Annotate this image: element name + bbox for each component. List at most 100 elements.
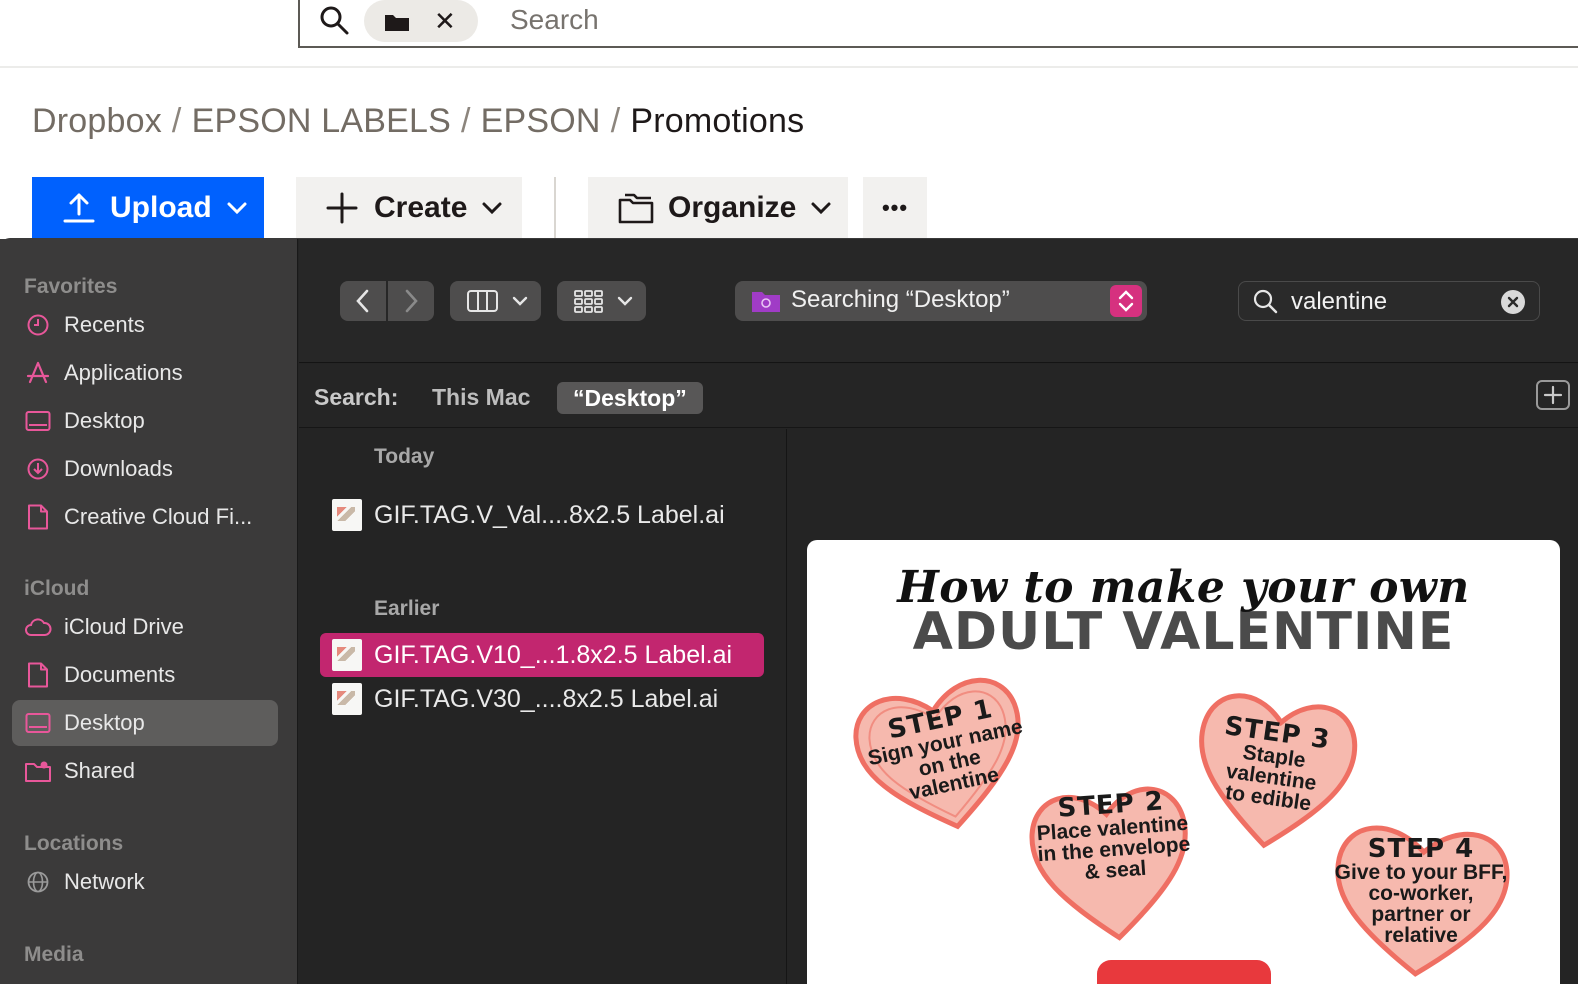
chip-close-icon[interactable]: ✕ bbox=[434, 8, 456, 34]
sidebar-item-downloads[interactable]: Downloads bbox=[12, 446, 278, 492]
search-icon bbox=[320, 6, 349, 35]
chevron-down-icon bbox=[811, 202, 831, 215]
illustrator-file-icon bbox=[332, 683, 362, 715]
preview-red-banner bbox=[1097, 960, 1271, 984]
header-divider bbox=[0, 66, 1578, 68]
group-by-button[interactable] bbox=[557, 281, 646, 321]
finder-sidebar: Favorites Recents Applications Desktop D… bbox=[0, 239, 298, 984]
toolbar-divider bbox=[554, 177, 556, 239]
breadcrumb-separator: / bbox=[171, 102, 182, 140]
breadcrumb: Dropbox / EPSON LABELS / EPSON / Promotions bbox=[32, 102, 804, 141]
group-header-today: Today bbox=[374, 445, 435, 468]
file-row[interactable]: GIF.TAG.V30_....8x2.5 Label.ai bbox=[320, 677, 764, 721]
sidebar-item-label: Documents bbox=[64, 662, 176, 687]
breadcrumb-epson-labels[interactable]: EPSON LABELS bbox=[192, 102, 451, 140]
file-row-selected[interactable]: GIF.TAG.V10_...1.8x2.5 Label.ai bbox=[320, 633, 764, 677]
preview-pane: ADULT VALENTINE How to make your own STE… bbox=[788, 429, 1578, 984]
sidebar-item-label: Creative Cloud Fi... bbox=[64, 504, 253, 529]
sidebar-item-label: Network bbox=[64, 869, 145, 894]
clock-icon bbox=[24, 311, 52, 339]
shared-folder-icon bbox=[24, 757, 52, 785]
sidebar-item-label: Shared bbox=[64, 758, 135, 783]
illustrator-file-icon bbox=[332, 639, 362, 671]
breadcrumb-dropbox[interactable]: Dropbox bbox=[32, 102, 162, 140]
step-desc-line: relative bbox=[1384, 924, 1458, 947]
search-input[interactable]: Search bbox=[510, 4, 599, 36]
popup-stepper-icon bbox=[1110, 285, 1142, 317]
sidebar-item-documents[interactable]: Documents bbox=[12, 652, 278, 698]
back-button[interactable] bbox=[340, 281, 386, 321]
step-desc-line: co-worker, bbox=[1368, 882, 1474, 905]
sidebar-item-label: Downloads bbox=[64, 456, 173, 481]
breadcrumb-epson[interactable]: EPSON bbox=[481, 102, 601, 140]
file-name: GIF.TAG.V_Val....8x2.5 Label.ai bbox=[374, 500, 725, 529]
group-header-earlier: Earlier bbox=[374, 597, 440, 620]
folder-icon bbox=[752, 292, 780, 312]
sidebar-section-favorites: Favorites bbox=[24, 275, 118, 298]
applications-icon bbox=[24, 359, 52, 387]
view-columns-button[interactable] bbox=[450, 281, 541, 321]
chevron-left-icon bbox=[356, 289, 369, 313]
chevron-right-icon bbox=[405, 289, 418, 313]
add-criteria-button[interactable] bbox=[1536, 380, 1570, 410]
search-icon bbox=[1253, 289, 1278, 314]
illustrator-file-icon bbox=[332, 499, 362, 531]
sidebar-item-creative-cloud[interactable]: Creative Cloud Fi... bbox=[12, 494, 278, 540]
sidebar-item-icloud-drive[interactable]: iCloud Drive bbox=[12, 604, 278, 650]
folders-icon bbox=[618, 193, 654, 224]
sidebar-section-icloud: iCloud bbox=[24, 577, 90, 600]
heart-step-2-text: STEP 2 Place valentine in the envelope &… bbox=[1032, 786, 1194, 887]
sidebar-item-desktop[interactable]: Desktop bbox=[12, 398, 278, 444]
plus-icon bbox=[1543, 385, 1563, 405]
document-icon bbox=[24, 661, 52, 689]
cloud-icon bbox=[24, 613, 52, 641]
step-desc-line: Give to your BFF, bbox=[1334, 861, 1508, 884]
plus-icon bbox=[326, 192, 358, 224]
desktop-icon bbox=[24, 407, 52, 435]
globe-icon bbox=[24, 868, 52, 896]
sidebar-item-label: iCloud Drive bbox=[64, 614, 184, 639]
folder-icon bbox=[385, 15, 409, 31]
clear-search-icon[interactable] bbox=[1501, 290, 1525, 314]
scope-popup-label: Searching “Desktop” bbox=[791, 286, 1010, 313]
search-scope-bar: Search: This Mac “Desktop” bbox=[299, 364, 1578, 428]
sidebar-item-shared[interactable]: Shared bbox=[12, 748, 278, 794]
sidebar-item-recents[interactable]: Recents bbox=[12, 302, 278, 348]
sidebar-item-applications[interactable]: Applications bbox=[12, 350, 278, 396]
upload-button[interactable]: Upload bbox=[32, 177, 264, 239]
finder-search-field[interactable]: valentine bbox=[1238, 281, 1540, 321]
sidebar-section-locations: Locations bbox=[24, 832, 124, 855]
step-title: STEP 4 bbox=[1367, 834, 1475, 864]
file-row[interactable]: GIF.TAG.V_Val....8x2.5 Label.ai bbox=[320, 493, 764, 537]
sidebar-item-icloud-desktop[interactable]: Desktop bbox=[12, 700, 278, 746]
finder-toolbar: Searching “Desktop” valentine bbox=[299, 239, 1578, 363]
folder-filter-chip[interactable]: ✕ bbox=[364, 0, 478, 42]
more-actions-button[interactable]: ••• bbox=[863, 177, 927, 239]
sidebar-section-media: Media bbox=[24, 943, 84, 966]
breadcrumb-separator: / bbox=[610, 102, 621, 140]
step-desc-line: partner or bbox=[1371, 903, 1471, 926]
sidebar-item-label: Applications bbox=[64, 360, 183, 385]
forward-button[interactable] bbox=[388, 281, 434, 321]
finder-search-input[interactable]: valentine bbox=[1291, 288, 1387, 316]
more-icon: ••• bbox=[881, 195, 909, 220]
scope-desktop[interactable]: “Desktop” bbox=[557, 382, 703, 414]
file-name: GIF.TAG.V30_....8x2.5 Label.ai bbox=[374, 684, 719, 713]
screen: ✕ Search Dropbox / EPSON LABELS / EPSON / Prom… bbox=[0, 0, 1578, 984]
columns-icon bbox=[467, 290, 528, 312]
grid-icon bbox=[574, 290, 633, 313]
dropbox-search-bar[interactable]: ✕ Search bbox=[298, 0, 1578, 48]
search-scope-popup[interactable]: Searching “Desktop” bbox=[735, 281, 1147, 321]
search-results-list: Today GIF.TAG.V_Val....8x2.5 Label.ai Ea… bbox=[299, 429, 787, 984]
heart-step-4-text: STEP 4 Give to your BFF, co-worker, part… bbox=[1333, 836, 1509, 946]
create-label: Create bbox=[374, 191, 468, 224]
upload-icon bbox=[63, 193, 95, 223]
scope-bar-label: Search: bbox=[314, 384, 399, 410]
organize-label: Organize bbox=[668, 191, 797, 224]
create-button[interactable]: Create bbox=[296, 177, 522, 239]
scope-this-mac[interactable]: This Mac bbox=[432, 384, 530, 411]
chevron-down-icon bbox=[227, 202, 247, 215]
organize-button[interactable]: Organize bbox=[588, 177, 848, 239]
sidebar-item-label: Desktop bbox=[64, 710, 145, 735]
sidebar-item-network[interactable]: Network bbox=[12, 859, 278, 905]
